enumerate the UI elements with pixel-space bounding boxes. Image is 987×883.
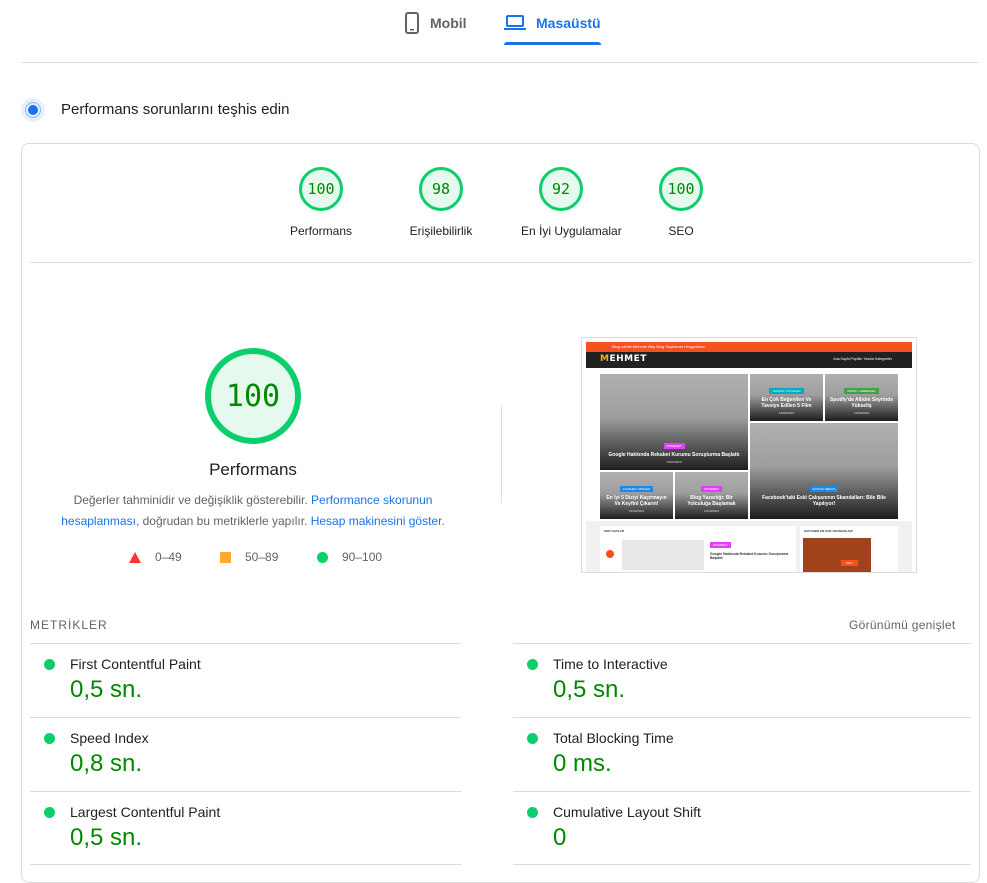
gauge-score: 100	[659, 167, 703, 211]
metric-value: 0,5 sn.	[553, 676, 626, 703]
metric-cumulative-layout-shift: Cumulative Layout Shift 0	[513, 791, 953, 865]
performance-label: Performans	[209, 460, 297, 479]
metric-value: 0 ms.	[553, 750, 612, 777]
pass-circle-icon	[527, 807, 538, 818]
legend-pass: 90–100	[317, 550, 382, 564]
page-screenshot-thumbnail: Blog sahibi Mehmet Bey Blog Sayfasına Ho…	[581, 337, 917, 573]
gauge-score: 92	[539, 167, 583, 211]
gauges-divider	[30, 262, 972, 263]
tab-mobile-label: Mobil	[430, 14, 467, 31]
thumb-tile: FİLMLER / DİZİLER En İyi 5 Diziyi Kaçırm…	[600, 472, 673, 519]
metric-value: 0,8 sn.	[70, 750, 143, 777]
diagnose-icon	[21, 98, 45, 122]
pass-circle-icon	[527, 659, 538, 670]
performance-score-gauge: 100	[205, 348, 301, 444]
legend-fail: 0–49	[129, 550, 182, 564]
metric-time-to-interactive: Time to Interactive 0,5 sn.	[513, 643, 953, 717]
vertical-divider	[501, 405, 502, 503]
metrics-title: METRİKLER	[30, 618, 108, 632]
red-triangle-icon	[129, 551, 141, 563]
thumb-tile: YAZILIM / OYUNLAR En Çok Beğenilen Ve Ta…	[750, 374, 823, 421]
note-text: .	[441, 514, 445, 528]
score-note: Değerler tahminidir ve değişiklik göster…	[50, 490, 456, 532]
green-circle-icon	[317, 551, 328, 563]
gauge-performance[interactable]: 100 Performans	[281, 167, 361, 238]
thumb-tile: İNTERNET Google Hakkında Rekabet Kurumu …	[600, 374, 748, 470]
thumb-recent-panel: SON YAZILAR İNTERNET Google Hakkında Rek…	[600, 526, 796, 572]
legend-average: 50–89	[220, 550, 278, 564]
gauge-score: 98	[419, 167, 463, 211]
pass-circle-icon	[44, 807, 55, 818]
gauge-label: Performans	[289, 224, 353, 238]
calculator-link[interactable]: Hesap makinesini göster	[311, 514, 442, 528]
gauge-seo[interactable]: 100 SEO	[641, 167, 721, 238]
pass-circle-icon	[44, 733, 55, 744]
metric-name: Cumulative Layout Shift	[553, 804, 701, 820]
metric-name: Largest Contentful Paint	[70, 804, 221, 820]
metric-name: Speed Index	[70, 730, 149, 746]
phone-icon	[405, 11, 419, 34]
note-text: , doğrudan bu metriklerle yapılır.	[135, 514, 308, 528]
orange-square-icon	[220, 551, 231, 563]
pass-circle-icon	[527, 733, 538, 744]
metric-total-blocking-time: Total Blocking Time 0 ms.	[513, 717, 953, 791]
metric-value: 0,5 sn.	[70, 676, 143, 703]
pass-circle-icon	[44, 659, 55, 670]
gauge-label: Erişilebilirlik	[409, 224, 473, 238]
thumb-navbar: MEHMET Ana Sayfa Popüler Yazılar Kategor…	[586, 352, 912, 368]
metric-name: Time to Interactive	[553, 656, 668, 672]
tab-mobile[interactable]: Mobil	[404, 0, 467, 45]
thumb-topbar-text: Blog sahibi Mehmet Bey Blog Sayfasına Ho…	[612, 344, 705, 349]
legend-range: 90–100	[342, 550, 383, 564]
thumb-tile: SOSYAL MEDYA Facebook'taki Eski Çalışanı…	[750, 423, 898, 519]
gauge-accessibility[interactable]: 98 Erişilebilirlik	[401, 167, 481, 238]
thumb-tile: İNTERNET Blog Yazarlığı: Bir Yolculuğa B…	[675, 472, 748, 519]
metric-first-contentful-paint: First Contentful Paint 0,5 sn.	[30, 643, 470, 717]
thumb-nav-links: Ana Sayfa Popüler Yazılar Kategoriler	[833, 357, 892, 361]
gauge-label: En İyi Uygulamalar	[521, 224, 622, 238]
legend-range: 50–89	[245, 550, 279, 564]
section-title: Performans sorunlarını teşhis edin	[61, 101, 290, 118]
tab-desktop[interactable]: Masaüstü	[504, 0, 601, 45]
expand-view-toggle[interactable]: Görünümü genişlet	[849, 618, 956, 632]
laptop-icon	[504, 14, 526, 30]
metric-name: Total Blocking Time	[553, 730, 674, 746]
thumb-popular-image: OKU	[803, 538, 871, 572]
legend-range: 0–49	[155, 550, 182, 564]
thumb-topbar: Blog sahibi Mehmet Bey Blog Sayfasına Ho…	[586, 342, 912, 352]
thumb-logo: MEHMET	[600, 354, 647, 364]
metric-largest-contentful-paint: Largest Contentful Paint 0,5 sn.	[30, 791, 470, 865]
metric-speed-index: Speed Index 0,8 sn.	[30, 717, 470, 791]
tabs-divider	[21, 62, 979, 63]
metric-name: First Contentful Paint	[70, 656, 201, 672]
gauge-score: 100	[299, 167, 343, 211]
note-text: Değerler tahminidir ve değişiklik göster…	[73, 493, 308, 507]
metric-value: 0,5 sn.	[70, 824, 143, 851]
gauge-label: SEO	[668, 224, 694, 238]
thumb-tile: MÜZİK / HABERLER Spotify'da Albüm Seyrin…	[825, 374, 898, 421]
gauge-best-practices[interactable]: 92 En İyi Uygulamalar	[521, 167, 622, 238]
tab-desktop-label: Masaüstü	[536, 14, 601, 31]
metric-value: 0	[553, 824, 567, 851]
